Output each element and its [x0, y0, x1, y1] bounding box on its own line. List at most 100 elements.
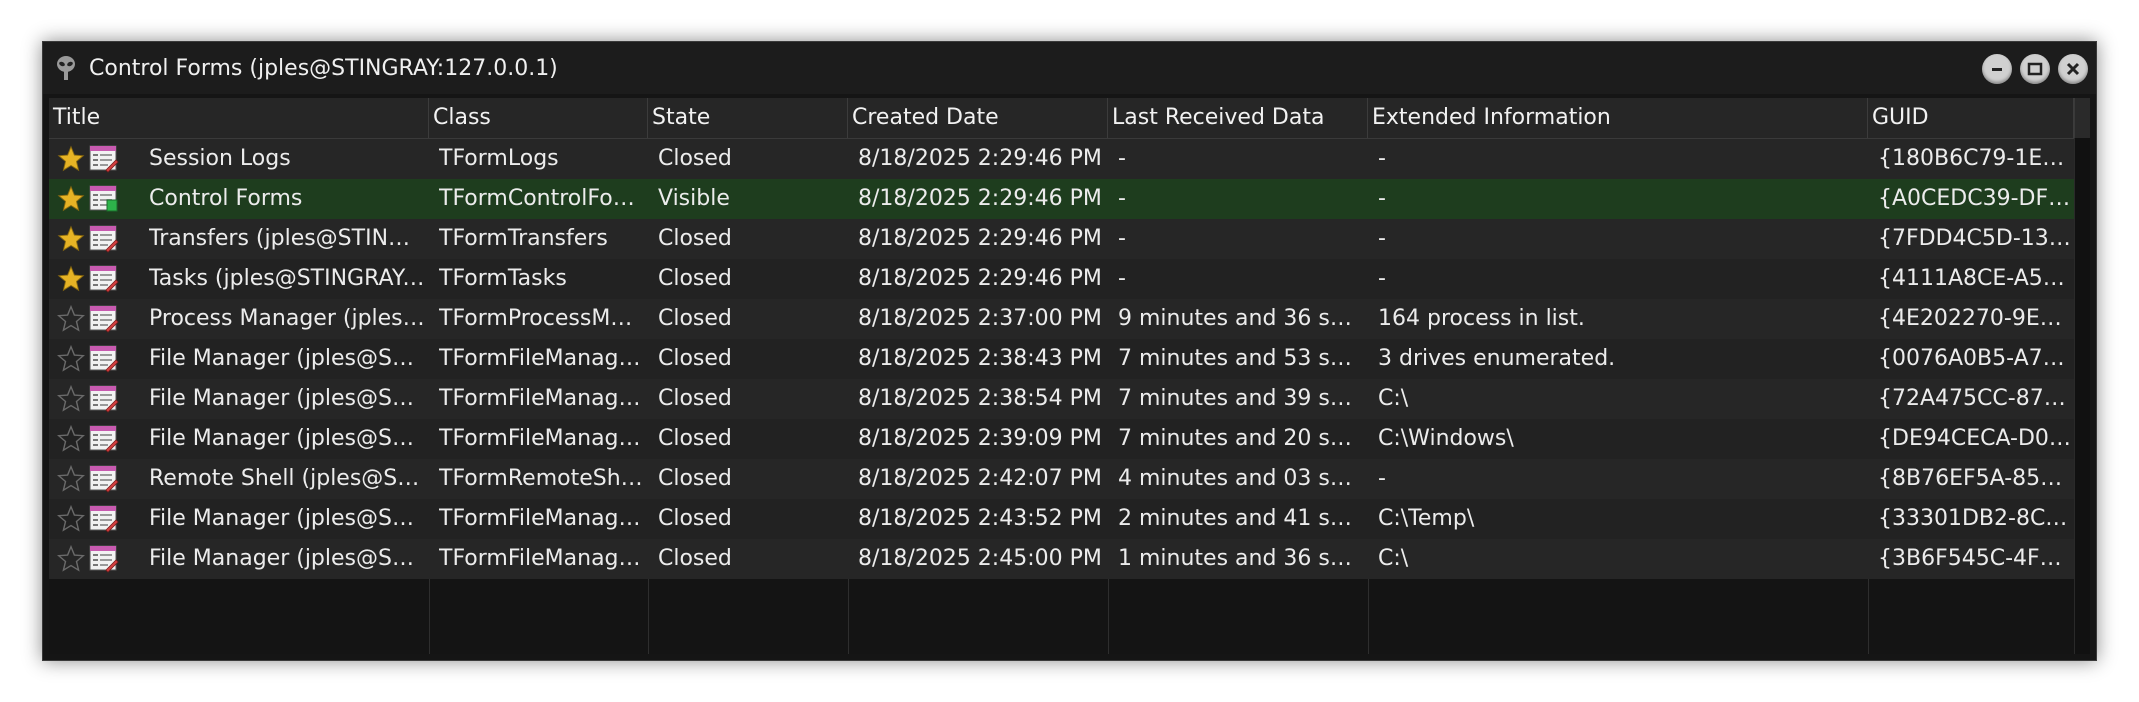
- last-received-cell: -: [1118, 186, 1126, 211]
- star-filled-icon[interactable]: [57, 145, 85, 173]
- table-row[interactable]: File Manager (jples@STI… TFormFileManag… C…: [49, 499, 2074, 539]
- guid-cell: {4111A8CE-A5…: [1878, 266, 2065, 291]
- star-empty-icon[interactable]: [57, 545, 85, 573]
- star-empty-icon[interactable]: [57, 345, 85, 373]
- table-row[interactable]: File Manager (jples@STI… TFormFileManag… C…: [49, 339, 2074, 379]
- column-header-title[interactable]: Title: [49, 98, 429, 138]
- state-cell: Closed: [658, 306, 732, 331]
- minimize-button[interactable]: [1982, 54, 2012, 84]
- table-row[interactable]: File Manager (jples@STI… TFormFileManag… C…: [49, 419, 2074, 459]
- title-cell: Transfers (jples@STINGR…: [149, 226, 425, 251]
- grid-empty-area: [49, 579, 2074, 654]
- class-cell: TFormTasks: [439, 266, 567, 291]
- minimize-icon: [1992, 68, 2002, 71]
- last-received-cell: 7 minutes and 39 se…: [1118, 386, 1364, 411]
- column-header-extended-info[interactable]: Extended Information: [1368, 98, 1868, 138]
- title-cell: File Manager (jples@STI…: [149, 346, 425, 371]
- title-cell: Process Manager (jples@…: [149, 306, 425, 331]
- close-button[interactable]: [2058, 54, 2088, 84]
- table-row[interactable]: Process Manager (jples@… TFormProcessM… Cl…: [49, 299, 2074, 339]
- class-cell: TFormFileManag…: [439, 386, 641, 411]
- table-row[interactable]: Control Forms TFormControlFo… Visible 8/18/…: [49, 179, 2074, 219]
- forms-grid[interactable]: Title Class State Created Date Last Rece…: [49, 98, 2090, 654]
- last-received-cell: 9 minutes and 36 se…: [1118, 306, 1364, 331]
- vertical-scrollbar[interactable]: [2074, 138, 2090, 654]
- star-empty-icon[interactable]: [57, 385, 85, 413]
- last-received-cell: 2 minutes and 41 se…: [1118, 506, 1364, 531]
- created-date-cell: 8/18/2025 2:29:46 PM: [858, 146, 1102, 171]
- scrollbar-corner: [2074, 98, 2090, 138]
- table-row[interactable]: Session Logs TFormLogs Closed 8/18/2025 2:2…: [49, 139, 2074, 179]
- title-cell: Remote Shell (jples@STI…: [149, 466, 425, 491]
- star-empty-icon[interactable]: [57, 505, 85, 533]
- form-icon: [89, 145, 119, 173]
- extended-info-cell: 164 process in list.: [1378, 306, 1585, 331]
- column-header-created-date[interactable]: Created Date: [848, 98, 1108, 138]
- state-cell: Closed: [658, 546, 732, 571]
- class-cell: TFormLogs: [439, 146, 559, 171]
- table-row[interactable]: Remote Shell (jples@STI… TFormRemoteSh… Cl…: [49, 459, 2074, 499]
- form-icon: [89, 425, 119, 453]
- class-cell: TFormProcessM…: [439, 306, 633, 331]
- class-cell: TFormRemoteSh…: [439, 466, 643, 491]
- title-bar[interactable]: Control Forms (jples@STINGRAY:127.0.0.1): [43, 42, 2096, 94]
- state-cell: Closed: [658, 266, 732, 291]
- extended-info-cell: C:\: [1378, 546, 1409, 571]
- star-filled-icon[interactable]: [57, 265, 85, 293]
- extended-info-cell: -: [1378, 226, 1386, 251]
- grid-header: Title Class State Created Date Last Rece…: [49, 98, 2074, 139]
- title-cell: Control Forms: [149, 186, 303, 211]
- table-row[interactable]: File Manager (jples@STI… TFormFileManag… C…: [49, 539, 2074, 579]
- created-date-cell: 8/18/2025 2:39:09 PM: [858, 426, 1102, 451]
- guid-cell: {3B6F545C-4F…: [1878, 546, 2062, 571]
- extended-info-cell: C:\Windows\: [1378, 426, 1514, 451]
- class-cell: TFormTransfers: [439, 226, 608, 251]
- created-date-cell: 8/18/2025 2:38:54 PM: [858, 386, 1102, 411]
- last-received-cell: -: [1118, 146, 1126, 171]
- title-cell: Session Logs: [149, 146, 291, 171]
- table-row[interactable]: File Manager (jples@STI… TFormFileManag… C…: [49, 379, 2074, 419]
- extended-info-cell: -: [1378, 266, 1386, 291]
- close-icon: [2066, 62, 2080, 76]
- state-cell: Closed: [658, 386, 732, 411]
- form-icon: [89, 545, 119, 573]
- created-date-cell: 8/18/2025 2:42:07 PM: [858, 466, 1102, 491]
- class-cell: TFormFileManag…: [439, 346, 641, 371]
- star-filled-icon[interactable]: [57, 225, 85, 253]
- class-cell: TFormControlFo…: [439, 186, 635, 211]
- guid-cell: {33301DB2-8C…: [1878, 506, 2068, 531]
- maximize-button[interactable]: [2020, 54, 2050, 84]
- form-icon: [89, 185, 118, 212]
- extended-info-cell: -: [1378, 146, 1386, 171]
- star-empty-icon[interactable]: [57, 425, 85, 453]
- column-header-class[interactable]: Class: [429, 98, 648, 138]
- created-date-cell: 8/18/2025 2:38:43 PM: [858, 346, 1102, 371]
- column-header-state[interactable]: State: [648, 98, 848, 138]
- table-row[interactable]: Tasks (jples@STINGRAY:… TFormTasks Closed 8…: [49, 259, 2074, 299]
- star-empty-icon[interactable]: [57, 305, 85, 333]
- state-cell: Closed: [658, 466, 732, 491]
- star-filled-icon[interactable]: [57, 185, 85, 213]
- guid-cell: {DE94CECA-D0…: [1878, 426, 2071, 451]
- column-header-last-received[interactable]: Last Received Data: [1108, 98, 1368, 138]
- created-date-cell: 8/18/2025 2:45:00 PM: [858, 546, 1102, 571]
- column-divider: [1868, 579, 1869, 654]
- table-row[interactable]: Transfers (jples@STINGR… TFormTransfers Cl…: [49, 219, 2074, 259]
- column-divider: [848, 579, 849, 654]
- last-received-cell: 4 minutes and 03 se…: [1118, 466, 1364, 491]
- column-header-guid[interactable]: GUID: [1868, 98, 2074, 138]
- state-cell: Closed: [658, 146, 732, 171]
- maximize-icon: [2027, 62, 2043, 76]
- title-cell: Tasks (jples@STINGRAY:…: [149, 266, 425, 291]
- state-cell: Closed: [658, 506, 732, 531]
- form-icon: [89, 505, 119, 533]
- created-date-cell: 8/18/2025 2:37:00 PM: [858, 306, 1102, 331]
- guid-cell: {0076A0B5-A7…: [1878, 346, 2065, 371]
- title-cell: File Manager (jples@STI…: [149, 546, 425, 571]
- star-empty-icon[interactable]: [57, 465, 85, 493]
- created-date-cell: 8/18/2025 2:43:52 PM: [858, 506, 1102, 531]
- class-cell: TFormFileManag…: [439, 426, 641, 451]
- column-divider: [1108, 579, 1109, 654]
- last-received-cell: 7 minutes and 53 se…: [1118, 346, 1364, 371]
- created-date-cell: 8/18/2025 2:29:46 PM: [858, 266, 1102, 291]
